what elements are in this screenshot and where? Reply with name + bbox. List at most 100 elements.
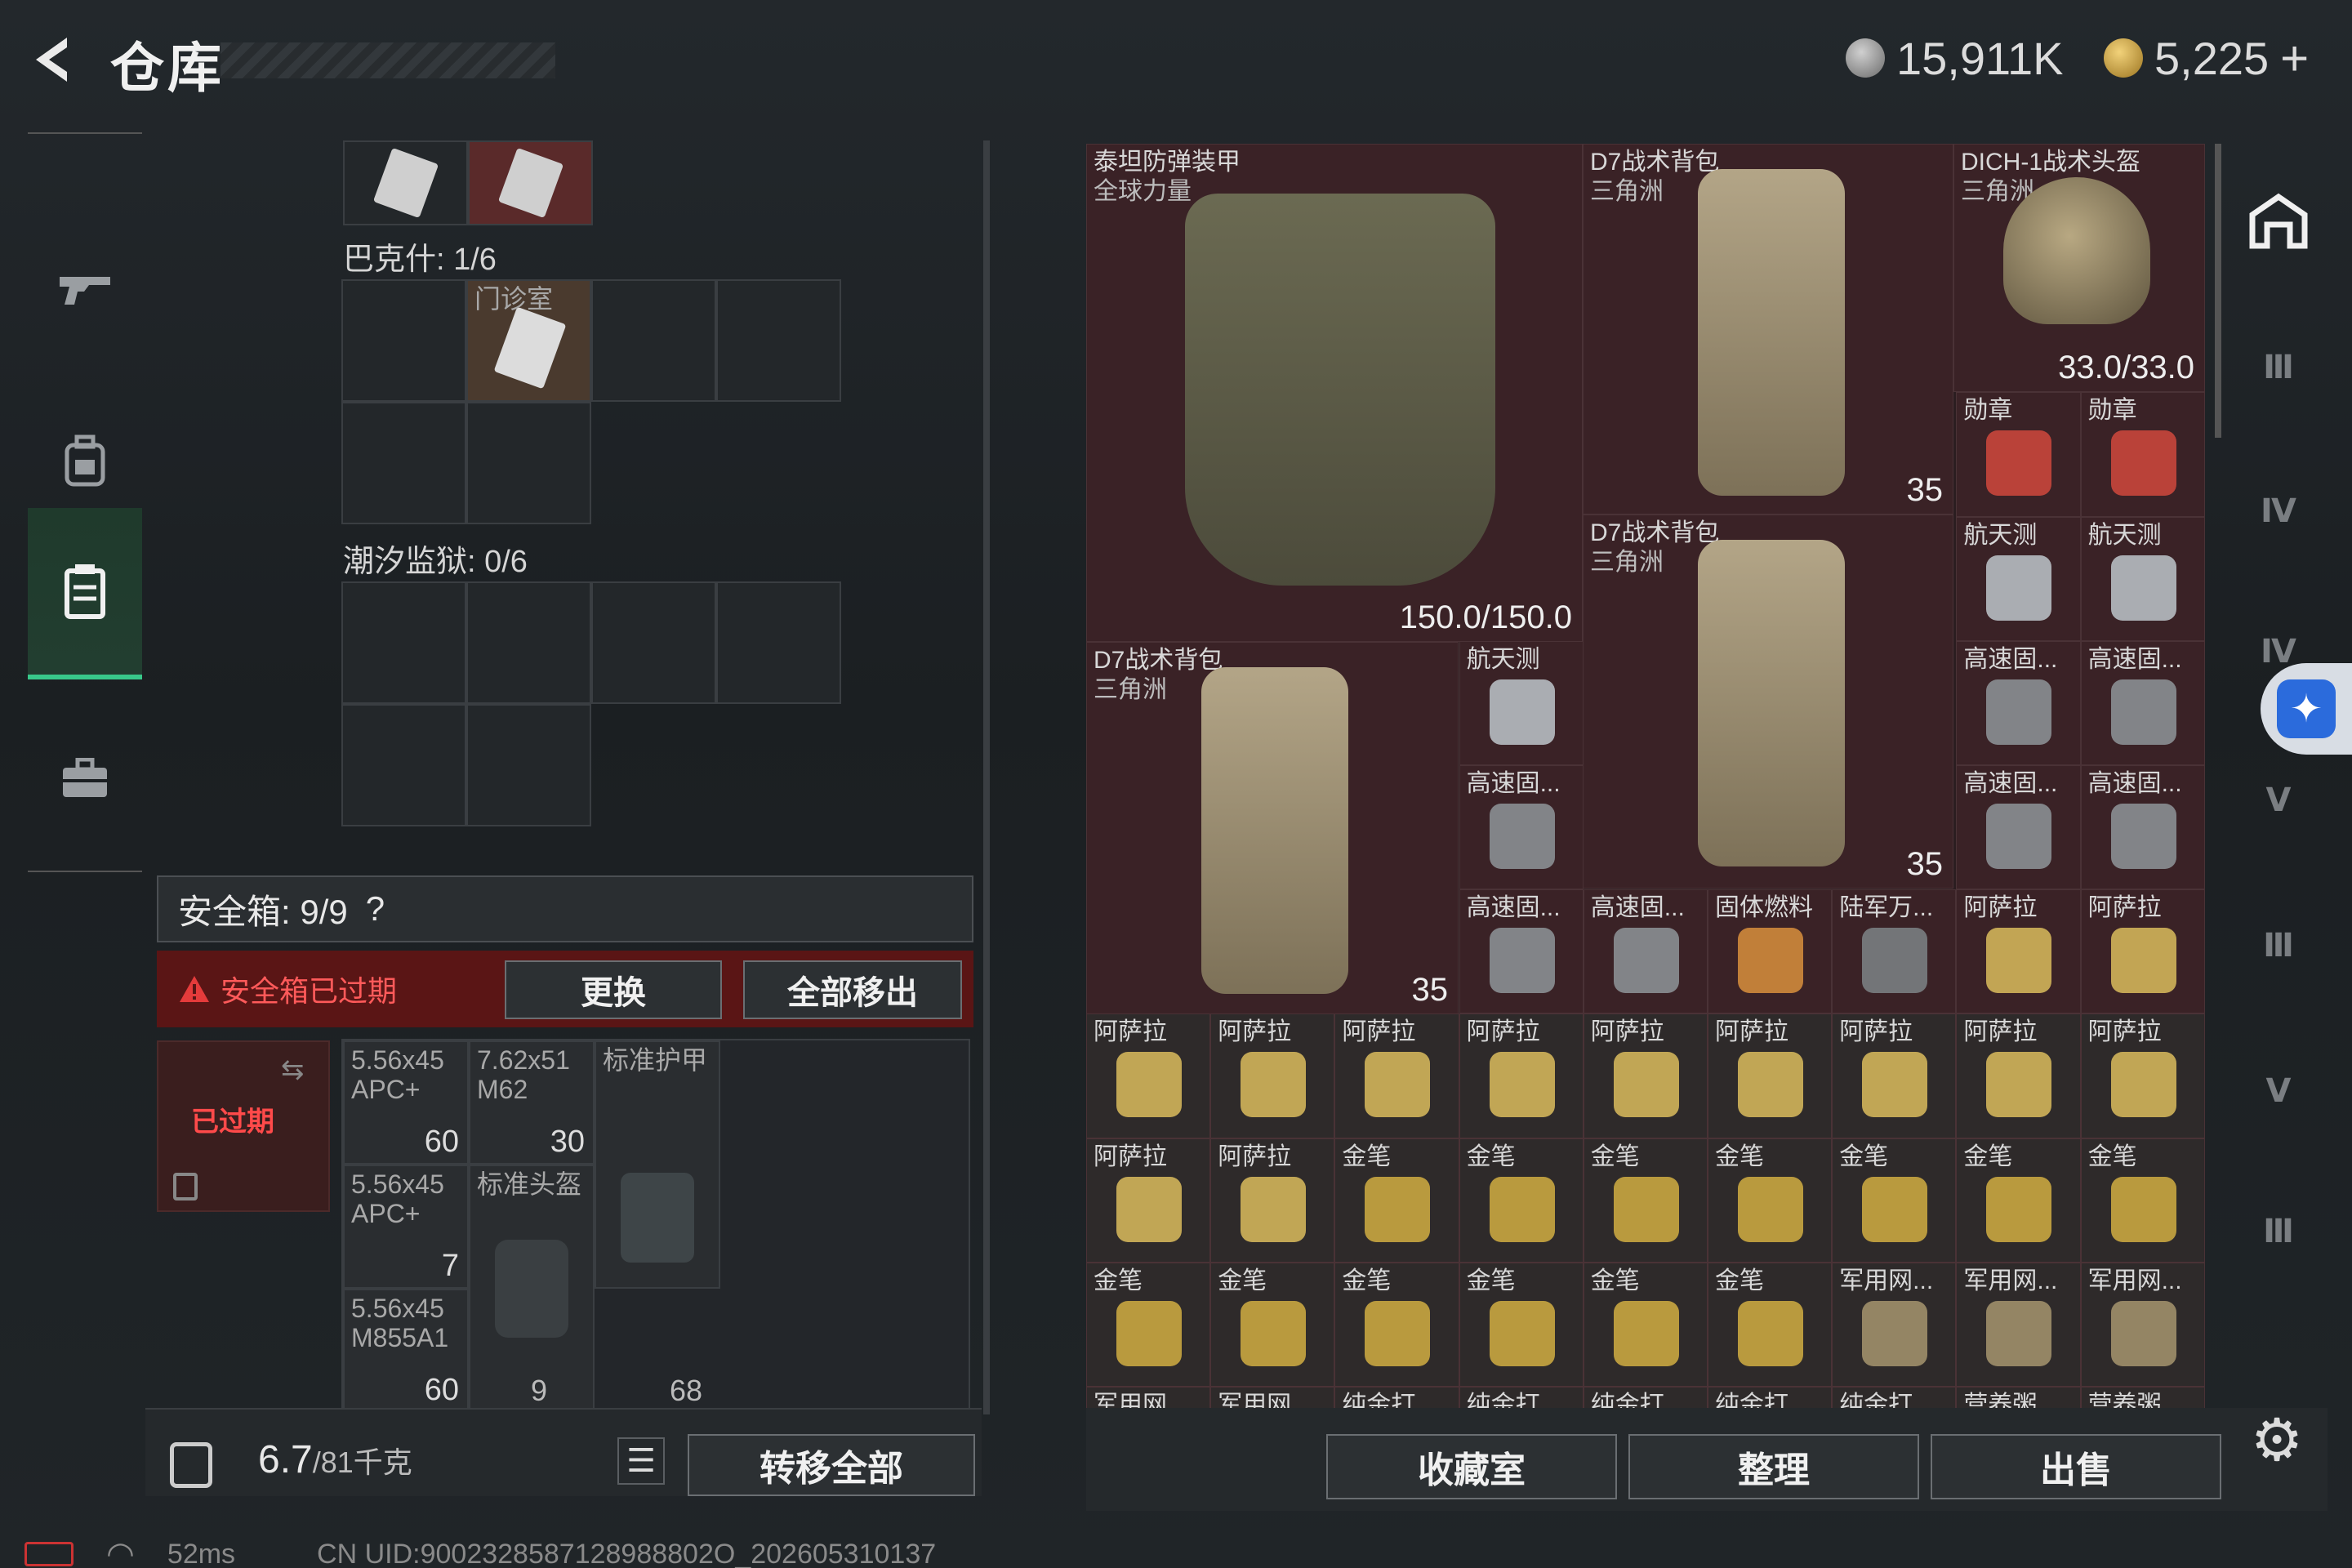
inventory-item[interactable]: 金笔: [1459, 1262, 1584, 1387]
grid-slot[interactable]: [341, 402, 466, 524]
back-arrow-icon[interactable]: [24, 31, 82, 88]
sidebar-briefcase[interactable]: [28, 697, 142, 861]
inventory-item[interactable]: 高速固...: [1956, 640, 2081, 765]
item-name: 标准头盔: [477, 1169, 582, 1199]
inventory-item[interactable]: 航天测: [1459, 640, 1584, 765]
grid-slot[interactable]: [591, 581, 716, 704]
left-scrollbar[interactable]: [983, 140, 990, 1414]
inventory-item[interactable]: 阿萨拉: [1956, 1013, 2081, 1138]
inventory-item[interactable]: 固体燃料: [1708, 889, 1833, 1014]
inventory-item[interactable]: 高速固...: [2080, 765, 2205, 890]
inventory-item[interactable]: 金笔: [1832, 1138, 1957, 1263]
remove-all-button[interactable]: 全部移出: [743, 960, 962, 1019]
inventory-item[interactable]: 金笔: [1583, 1262, 1708, 1387]
sidebar-weapons[interactable]: [28, 207, 142, 371]
inventory-item[interactable]: 航天测: [1956, 516, 2081, 641]
inventory-item[interactable]: 金笔: [1583, 1138, 1708, 1263]
inventory-scrollbar[interactable]: [2215, 144, 2221, 438]
clinic-key-slot[interactable]: 门诊室: [466, 279, 591, 402]
inventory-item[interactable]: 陆军万...: [1832, 889, 1957, 1014]
list-view-icon[interactable]: ☰: [617, 1437, 665, 1485]
sidebar-safebox[interactable]: [28, 508, 142, 679]
transfer-all-button[interactable]: 转移全部: [688, 1434, 975, 1496]
inventory-item[interactable]: 军用网...: [1956, 1262, 2081, 1387]
inventory-item[interactable]: 阿萨拉: [1086, 1013, 1211, 1138]
grid-slot[interactable]: [341, 581, 466, 704]
storage-tab-5[interactable]: Ⅴ: [2244, 766, 2313, 835]
safebox-item-6[interactable]: 5.56x45 M855A1 60: [343, 1289, 469, 1413]
gear-icon[interactable]: ⚙: [2244, 1408, 2310, 1473]
inventory-item[interactable]: 金笔: [2080, 1138, 2205, 1263]
storage-tab-3[interactable]: Ⅳ: [2244, 477, 2313, 546]
inventory-item[interactable]: 高速固...: [1459, 889, 1584, 1014]
grid-slot[interactable]: [716, 279, 841, 402]
storage-tab-2[interactable]: Ⅲ: [2244, 333, 2313, 402]
inventory-item[interactable]: 阿萨拉: [1334, 1013, 1459, 1138]
grid-slot[interactable]: [341, 279, 466, 402]
grid-slot[interactable]: [466, 581, 591, 704]
inventory-item[interactable]: 阿萨拉: [2080, 889, 2205, 1014]
inventory-item[interactable]: 阿萨拉: [1086, 1138, 1211, 1263]
inventory-item[interactable]: 金笔: [1334, 1262, 1459, 1387]
backpack-item-1[interactable]: D7战术背包 三角洲 35: [1583, 144, 1953, 514]
warehouse-icon[interactable]: [2244, 186, 2313, 255]
inventory-item[interactable]: 阿萨拉: [1459, 1013, 1584, 1138]
grid-slot[interactable]: [466, 402, 591, 524]
safebox-item-1[interactable]: 5.56x45 APC+ 60: [343, 1040, 469, 1165]
inventory-item[interactable]: 军用网...: [2080, 1262, 2205, 1387]
safebox-item-2[interactable]: 7.62x51 M62 30: [469, 1040, 595, 1165]
safebox-item-3[interactable]: 标准护甲: [595, 1040, 720, 1289]
inventory-item[interactable]: 高速固...: [2080, 640, 2205, 765]
grid-slot[interactable]: [341, 704, 466, 826]
backpack-item-2[interactable]: D7战术背包 三角洲 35: [1583, 514, 1953, 889]
inventory-item-name: 阿萨拉: [1715, 1018, 1788, 1046]
item-card[interactable]: [468, 140, 593, 225]
safebox-item-4[interactable]: 5.56x45 APC+ 7: [343, 1165, 469, 1289]
inventory-item[interactable]: 勋章: [2080, 392, 2205, 517]
backpack-item-3[interactable]: D7战术背包 三角洲 35: [1086, 642, 1459, 1014]
replace-button[interactable]: 更换: [505, 960, 722, 1019]
grid-slot[interactable]: [716, 581, 841, 704]
clinic-key-label: 门诊室: [474, 284, 554, 314]
item-card[interactable]: [343, 140, 468, 225]
currency-2[interactable]: 5,225 +: [2104, 29, 2309, 87]
safebox-item[interactable]: 已过期 ⇆: [157, 1040, 330, 1212]
inventory-item[interactable]: 金笔: [1708, 1262, 1833, 1387]
inventory-item[interactable]: 军用网...: [1832, 1262, 1957, 1387]
inventory-item[interactable]: 金笔: [1708, 1138, 1833, 1263]
storage-tab-8[interactable]: Ⅲ: [2244, 1197, 2313, 1266]
inventory-item[interactable]: 金笔: [1086, 1262, 1211, 1387]
inventory-item[interactable]: 阿萨拉: [1583, 1013, 1708, 1138]
sort-button[interactable]: 整理: [1628, 1434, 1919, 1499]
inventory-item[interactable]: 金笔: [1334, 1138, 1459, 1263]
inventory-item[interactable]: 阿萨拉: [1210, 1138, 1335, 1263]
storage-tab-6[interactable]: Ⅲ: [2244, 911, 2313, 980]
grid-slot[interactable]: [591, 279, 716, 402]
swap-icon[interactable]: ⇆: [281, 1054, 305, 1086]
collection-room-button[interactable]: 收藏室: [1326, 1434, 1617, 1499]
inventory-item[interactable]: 金笔: [1459, 1138, 1584, 1263]
inventory-item[interactable]: 金笔: [1210, 1262, 1335, 1387]
storage-tab-7[interactable]: Ⅴ: [2244, 1057, 2313, 1125]
sell-button[interactable]: 出售: [1931, 1434, 2221, 1499]
inventory-item[interactable]: 勋章: [1956, 392, 2081, 517]
help-icon[interactable]: ?: [366, 889, 385, 929]
inventory-item[interactable]: 航天测: [2080, 516, 2205, 641]
accessibility-button[interactable]: ✦: [2261, 663, 2352, 755]
inventory-item-name: 军用网...: [2087, 1267, 2182, 1294]
armor-item[interactable]: 泰坦防弹装甲 全球力量 150.0/150.0: [1086, 144, 1583, 642]
helmet-item[interactable]: DICH-1战术头盔 三角洲 33.0/33.0: [1953, 144, 2205, 392]
inventory-item[interactable]: 阿萨拉: [2080, 1013, 2205, 1138]
inventory-item[interactable]: 金笔: [1956, 1138, 2081, 1263]
status-bar: ◠ 52ms CN UID:9002328587128988802O_20260…: [24, 1535, 936, 1568]
inventory-item[interactable]: 阿萨拉: [1956, 889, 2081, 1014]
inventory-item[interactable]: 阿萨拉: [1708, 1013, 1833, 1138]
inventory-item[interactable]: 高速固...: [1956, 765, 2081, 890]
inventory-item[interactable]: 高速固...: [1459, 765, 1584, 890]
inventory-item[interactable]: 高速固...: [1583, 889, 1708, 1014]
inventory-item[interactable]: 阿萨拉: [1210, 1013, 1335, 1138]
grid-slot[interactable]: [466, 704, 591, 826]
title-stripe: [220, 42, 555, 78]
add-currency-button[interactable]: +: [2280, 30, 2309, 87]
inventory-item[interactable]: 阿萨拉: [1832, 1013, 1957, 1138]
